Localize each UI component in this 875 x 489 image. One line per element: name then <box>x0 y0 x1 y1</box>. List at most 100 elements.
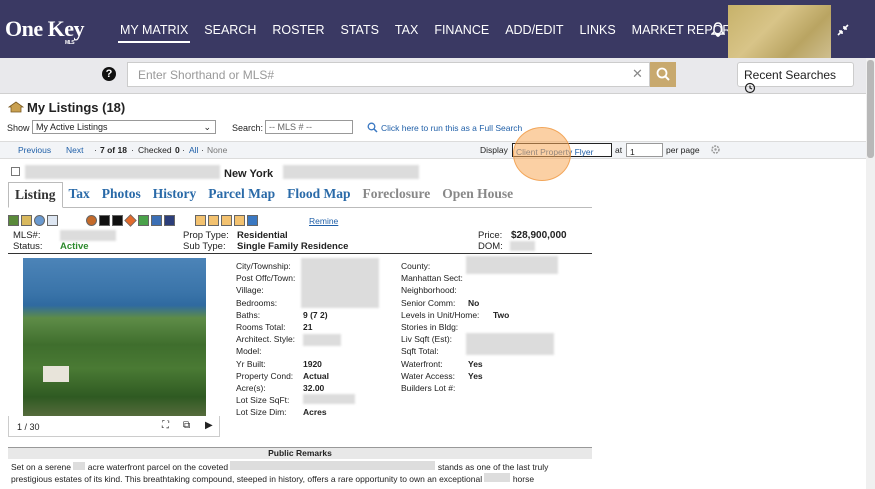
nav-add-edit[interactable]: ADD/EDIT <box>497 0 571 58</box>
bell-icon[interactable] <box>711 22 725 38</box>
tab-tax[interactable]: Tax <box>63 182 96 208</box>
detail-label: Yr Built: <box>236 358 266 369</box>
detail-value: 32.00 <box>303 383 325 394</box>
detail-value: Actual <box>303 370 329 381</box>
per-page-select[interactable]: 1 <box>626 143 663 157</box>
nav-links[interactable]: LINKS <box>572 0 624 58</box>
sub-type-label: Sub Type: <box>183 241 226 252</box>
redacted-county <box>466 256 558 274</box>
clear-icon[interactable]: ✕ <box>632 66 643 82</box>
fullscreen-icon[interactable]: ⛶ <box>162 420 169 431</box>
nav-roster[interactable]: ROSTER <box>264 0 332 58</box>
pointer-highlight <box>513 127 571 181</box>
details-left-labels: City/Township: Post Offc/Town: Village: … <box>236 260 295 419</box>
detail-value: Yes <box>468 370 483 381</box>
collapse-icon[interactable] <box>837 24 849 36</box>
next-link[interactable]: Next <box>66 145 83 155</box>
play-icon[interactable]: ▶ <box>205 420 213 431</box>
tab-history[interactable]: History <box>147 182 203 208</box>
detail-value: 9 (7 2) <box>303 309 328 320</box>
tab-flood-map[interactable]: Flood Map <box>281 182 356 208</box>
tab-photos[interactable]: Photos <box>96 182 147 208</box>
previous-link[interactable]: Previous <box>18 145 51 155</box>
detail-label: Lot Size SqFt: <box>236 395 290 406</box>
listing-action-icons <box>8 214 258 227</box>
sub-type-value: Single Family Residence <box>237 241 349 252</box>
detail-label: Village: <box>236 285 264 296</box>
clipboard-icon[interactable] <box>138 215 149 226</box>
redacted-address <box>25 165 220 179</box>
magnifier-icon <box>367 122 378 133</box>
show-label: Show <box>7 123 30 133</box>
recent-searches-button[interactable]: Recent Searches <box>737 62 854 94</box>
checked-label: Checked <box>138 145 172 155</box>
bullet-separator: · <box>131 145 134 155</box>
listing-checkbox[interactable] <box>11 167 20 176</box>
detail-label: Model: <box>236 346 262 357</box>
nav-menu: MY MATRIX SEARCH ROSTER STATS TAX FINANC… <box>112 0 781 58</box>
mls-search-input[interactable]: -- MLS # -- <box>265 120 353 134</box>
globe-icon[interactable] <box>34 215 45 226</box>
nav-tax[interactable]: TAX <box>387 0 426 58</box>
star-icon[interactable] <box>124 214 137 227</box>
recent-searches-label: Recent Searches <box>744 68 837 82</box>
detail-label: Property Cond: <box>236 370 294 381</box>
help-icon[interactable]: ? <box>102 67 116 81</box>
chart-icon[interactable] <box>208 215 219 226</box>
show-select-value: My Active Listings <box>36 122 108 132</box>
redacted-dom <box>510 241 535 251</box>
tab-open-house[interactable]: Open House <box>436 182 519 208</box>
listing-photo[interactable] <box>23 258 206 416</box>
chart-icon[interactable] <box>234 215 245 226</box>
remine-link[interactable]: Remine <box>309 216 338 226</box>
chart-icon[interactable] <box>221 215 232 226</box>
rl-badge-icon[interactable] <box>99 215 110 226</box>
remarks-text: stands as one of the last truly <box>437 462 549 472</box>
nav-stats[interactable]: STATS <box>332 0 386 58</box>
remine-icon[interactable] <box>247 215 258 226</box>
prop-type-label: Prop Type: <box>183 230 229 241</box>
palette-icon[interactable] <box>86 215 97 226</box>
redacted-lot-size <box>303 394 355 404</box>
scrollbar-thumb[interactable] <box>867 60 874 158</box>
gear-icon[interactable] <box>710 144 721 155</box>
nav-search[interactable]: SEARCH <box>196 0 264 58</box>
results-pager: Previous Next · 7 of 18 · Checked 0 · Al… <box>0 141 866 159</box>
tab-parcel-map[interactable]: Parcel Map <box>202 182 281 208</box>
copy-icon[interactable]: ⧉ <box>183 420 190 431</box>
house-icon <box>8 101 24 113</box>
photo-counter: 1 / 30 <box>17 422 40 432</box>
checked-count: 0 <box>175 145 180 155</box>
detail-value <box>468 321 509 333</box>
history-icon <box>744 82 756 94</box>
onekey-logo[interactable]: One Key MLS <box>5 16 85 46</box>
nav-my-matrix[interactable]: MY MATRIX <box>112 0 196 58</box>
tab-foreclosure[interactable]: Foreclosure <box>357 182 437 208</box>
car-icon[interactable] <box>164 215 175 226</box>
tx-badge-icon[interactable] <box>112 215 123 226</box>
mls-label: MLS#: <box>13 230 41 241</box>
full-search-link[interactable]: Click here to run this as a Full Search <box>381 123 522 133</box>
document-icon[interactable] <box>47 215 58 226</box>
user-avatar[interactable] <box>728 5 831 59</box>
top-nav: One Key MLS MY MATRIX SEARCH ROSTER STAT… <box>0 0 875 59</box>
detail-label: Bedrooms: <box>236 297 278 308</box>
show-select[interactable]: My Active Listings ⌄ <box>32 120 216 134</box>
tab-listing[interactable]: Listing <box>8 182 63 208</box>
photo-icon[interactable] <box>8 215 19 226</box>
chart-icon[interactable] <box>195 215 206 226</box>
shorthand-search-input[interactable]: Enter Shorthand or MLS# <box>127 62 650 87</box>
detail-label: Architect. Style: <box>236 334 296 345</box>
select-all-link[interactable]: All <box>189 145 198 155</box>
logo-text: One Key <box>5 16 85 41</box>
people-icon[interactable] <box>151 215 162 226</box>
public-remarks-text: Set on a serene acre waterfront parcel o… <box>11 461 586 485</box>
select-none-link[interactable]: None <box>207 145 227 155</box>
search-button[interactable] <box>650 62 676 87</box>
bullet-separator: · <box>94 145 97 155</box>
at-label: at <box>615 145 623 155</box>
remarks-text: Set on a serene <box>11 462 72 472</box>
redacted-zip <box>283 165 419 179</box>
nav-finance[interactable]: FINANCE <box>426 0 497 58</box>
map-icon[interactable] <box>21 215 32 226</box>
